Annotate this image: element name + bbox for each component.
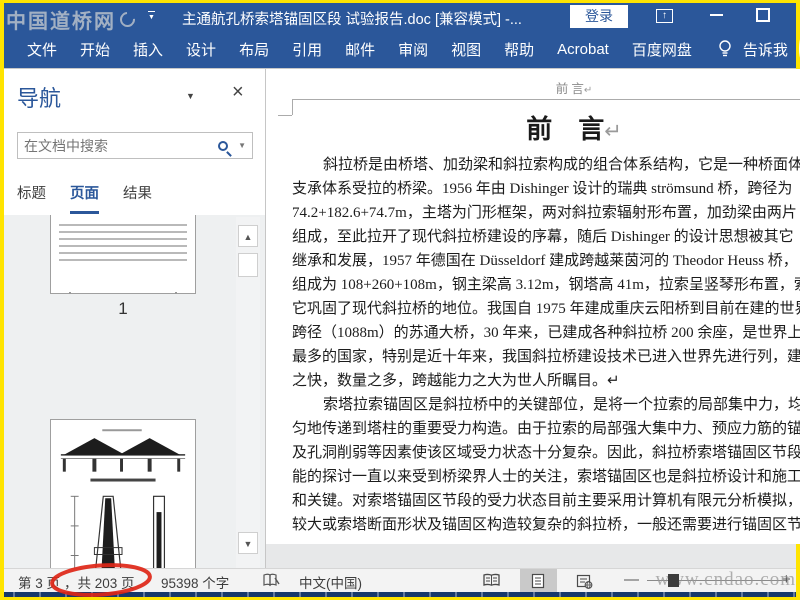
search-icon[interactable] — [218, 140, 229, 151]
page-indicator[interactable]: 第 3 页 — [18, 572, 60, 592]
zoom-slider-thumb[interactable] — [668, 574, 679, 587]
document-search-box[interactable]: ▼ — [17, 132, 253, 159]
ribbon-tab-bar: 文件 开始 插入 设计 布局 引用 邮件 审阅 视图 帮助 Acrobat 百度… — [4, 30, 800, 69]
search-input[interactable] — [18, 137, 219, 154]
navigation-pane-close-icon[interactable]: × — [232, 81, 244, 104]
document-body[interactable]: 斜拉桥是由桥塔、加劲梁和斜拉索构成的组合体系结构，它是一种桥面体系 支承体系受拉… — [292, 153, 800, 537]
body-line: 和关键。对索塔锚固区节段的受力状态目前主要采用计算机有限元分析模拟， — [292, 493, 800, 509]
body-line: 之快，数量之多，跨越能力之大为世人所瞩目。↵ — [292, 373, 620, 389]
minimize-button[interactable] — [710, 14, 723, 16]
tab-view[interactable]: 视图 — [444, 35, 488, 64]
body-line: 跨径（1088m）的苏通大桥，30 年来，已建成各种斜拉桥 200 余座，是世界… — [292, 325, 800, 341]
tab-mailings[interactable]: 邮件 — [338, 35, 382, 64]
thumbnail-scrollbar[interactable]: ▲ ▼ — [236, 217, 260, 568]
word-count[interactable]: 95398 个字 — [161, 572, 229, 592]
tab-design[interactable]: 设计 — [179, 35, 223, 64]
page-thumbnail-1[interactable] — [50, 215, 196, 294]
body-line: 它巩固了现代斜拉桥的地位。我国自 1975 年建成重庆云阳桥到目前在建的世界 — [292, 301, 800, 317]
watermark-topleft-text: 中国道桥网 — [6, 11, 116, 33]
body-line: 继承和发展，1957 年德国在 Düsseldorf 建成跨越莱茵河的 Theo… — [292, 253, 798, 269]
document-heading: 前 言↵ — [526, 115, 622, 144]
nav-tab-results[interactable]: 结果 — [123, 182, 152, 214]
page-thumbnail-2[interactable] — [50, 419, 196, 568]
header-boundary-line — [292, 99, 800, 100]
paragraph-mark: ↵ — [583, 85, 593, 96]
document-area[interactable]: 前 言↵ 前 言↵ 斜拉桥是由桥塔、加劲梁和斜拉索构成的组合体系结构，它是一种桥… — [266, 69, 800, 568]
page-thumbnail-list: 1 ▲ ▼ — [4, 215, 265, 568]
screenshot-frame: 中国道桥网 ▼ 主通航孔桥索塔锚固区段 试验报告.doc [兼容模式] -...… — [0, 0, 800, 600]
word-window: 中国道桥网 ▼ 主通航孔桥索塔锚固区段 试验报告.doc [兼容模式] -...… — [4, 3, 800, 597]
quick-access-toolbar-caret-icon[interactable]: ▼ — [148, 11, 155, 22]
tell-me-label[interactable]: 告诉我 — [741, 35, 790, 64]
scroll-up-icon[interactable]: ▲ — [238, 225, 258, 247]
thumbnail-text-preview — [59, 224, 187, 266]
bridge-figure-preview — [60, 429, 186, 568]
language-indicator[interactable]: 中文(中国) — [299, 572, 362, 592]
title-bar: 中国道桥网 ▼ 主通航孔桥索塔锚固区段 试验报告.doc [兼容模式] -...… — [4, 3, 796, 33]
tab-file[interactable]: 文件 — [20, 35, 64, 64]
zoom-out-button[interactable]: — — [624, 571, 639, 588]
navigation-pane-menu-caret-icon[interactable]: ▼ — [186, 91, 195, 101]
navigation-pane-title: 导航 — [17, 86, 62, 111]
body-line: 最多的国家，特别是近十年来，我国斜拉桥建设技术已进入世界先进行列，建桥 — [292, 349, 800, 365]
tab-insert[interactable]: 插入 — [126, 35, 170, 64]
tab-baidu-netdisk[interactable]: 百度网盘 — [625, 35, 699, 64]
page-header-text: 前 言↵ — [555, 82, 593, 96]
tab-review[interactable]: 审阅 — [391, 35, 435, 64]
body-line: 组成，至此拉开了现代斜拉桥建设的序幕，随后 Dishinger 的设计思想被其它 — [292, 229, 794, 245]
search-options-caret-icon[interactable]: ▼ — [238, 141, 246, 150]
tab-references[interactable]: 引用 — [285, 35, 329, 64]
body-line: 支承体系受拉的桥梁。1956 年由 Dishinger 设计的瑞典 ströms… — [292, 181, 793, 197]
thumbnail-footnote-marks — [69, 292, 177, 294]
web-layout-icon[interactable] — [576, 573, 593, 589]
proofing-status-icon[interactable] — [262, 573, 280, 588]
nav-tab-headings[interactable]: 标题 — [17, 182, 46, 214]
body-line: 较大或索塔断面形状及锚固区构造较复杂的斜拉桥，一般还需要进行锚固区节 — [292, 517, 800, 533]
tab-home[interactable]: 开始 — [73, 35, 117, 64]
body-line: 匀地传递到塔柱的重要受力构造。由于拉索的局部强大集中力、预应力筋的锚固 — [292, 421, 800, 437]
watermark-topleft: 中国道桥网 — [6, 5, 139, 34]
navigation-tabs: 标题 页面 结果 — [17, 182, 152, 214]
lightbulb-icon — [719, 40, 731, 57]
status-bar: 第 3 页 ，共 203 页 95398 个字 中文(中国) — + www.c… — [4, 568, 796, 592]
body-line: 及孔洞削弱等因素使该区域受力状态十分复杂。因此，斜拉桥索塔锚固区节段 — [292, 445, 800, 461]
sign-in-button[interactable]: 登录 — [570, 5, 628, 28]
tab-acrobat[interactable]: Acrobat — [550, 37, 616, 62]
ribbon-display-options-icon[interactable]: ↑ — [656, 9, 673, 23]
main-area: 导航 ▼ × ▼ 标题 页面 结果 — [4, 69, 800, 568]
scroll-down-icon[interactable]: ▼ — [238, 532, 258, 554]
zoom-in-button[interactable]: + — [782, 571, 791, 588]
navigation-pane: 导航 ▼ × ▼ 标题 页面 结果 — [4, 69, 266, 568]
page-total-indicator[interactable]: ，共 203 页 — [64, 572, 135, 592]
body-line: 能的探讨一直以来受到桥梁界人士的关注，索塔锚固区也是斜拉桥设计和施工 — [292, 469, 800, 485]
document-title: 主通航孔桥索塔锚固区段 试验报告.doc [兼容模式] -... — [182, 12, 522, 28]
document-page[interactable]: 前 言↵ 前 言↵ 斜拉桥是由桥塔、加劲梁和斜拉索构成的组合体系结构，它是一种桥… — [266, 69, 800, 544]
thumbnail-page-number: 1 — [118, 299, 128, 318]
nav-tab-pages[interactable]: 页面 — [70, 182, 99, 214]
print-layout-icon[interactable] — [530, 573, 546, 589]
read-mode-icon[interactable] — [482, 573, 501, 588]
watermark-logo-icon — [116, 8, 139, 31]
paragraph-mark: ↵ — [604, 120, 622, 143]
cutoff-window-strip — [4, 592, 796, 597]
body-line: 斜拉桥是由桥塔、加劲梁和斜拉索构成的组合体系结构，它是一种桥面体系 — [323, 157, 800, 173]
maximize-button[interactable] — [756, 8, 770, 22]
body-line: 组成为 108+260+108m，钢主梁高 3.12m，钢塔高 41m，拉索呈竖… — [292, 277, 800, 293]
tab-help[interactable]: 帮助 — [497, 35, 541, 64]
tab-layout[interactable]: 布局 — [232, 35, 276, 64]
body-line: 74.2+182.6+74.7m，主塔为门形框架，两对斜拉索辐射形布置，加劲梁由… — [292, 205, 797, 221]
body-line: 索塔拉索锚固区是斜拉桥中的关键部位，是将一个拉索的局部集中力，均 — [323, 397, 800, 413]
scrollbar-thumb[interactable] — [238, 253, 258, 277]
